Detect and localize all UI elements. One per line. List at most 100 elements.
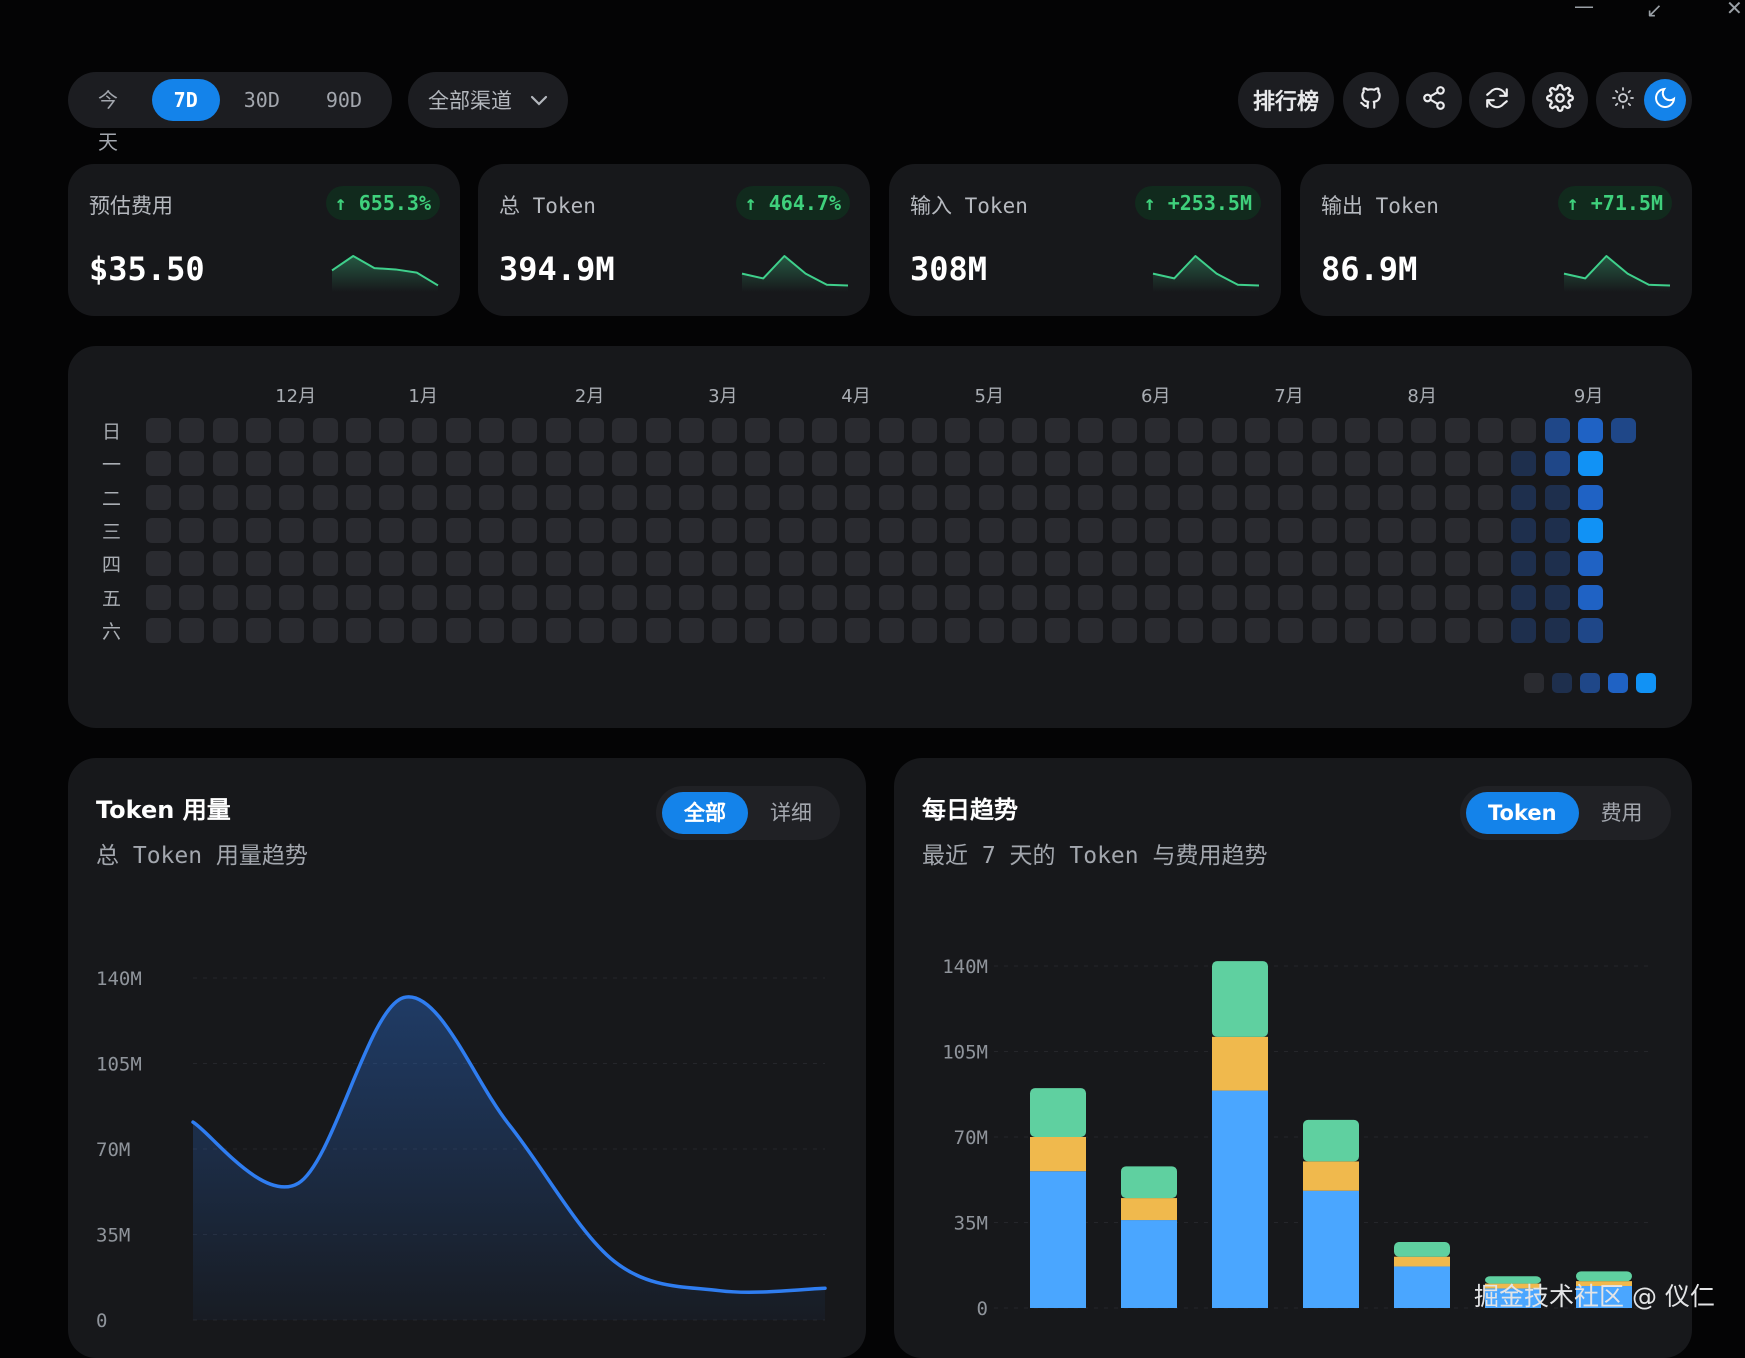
heatmap-cell[interactable] — [1178, 484, 1204, 510]
heatmap-cell[interactable] — [1311, 418, 1337, 443]
heatmap-cell[interactable] — [778, 484, 804, 510]
refresh-button[interactable] — [1469, 72, 1525, 128]
heatmap-cell[interactable] — [279, 451, 305, 477]
heatmap-cell[interactable] — [1378, 617, 1404, 643]
heatmap-cell[interactable] — [1078, 517, 1104, 543]
heatmap-cell[interactable] — [578, 551, 604, 577]
heatmap-cell[interactable] — [745, 617, 771, 643]
heatmap-cell[interactable] — [345, 418, 371, 443]
heatmap-cell[interactable] — [312, 517, 338, 543]
heatmap-cell[interactable] — [778, 551, 804, 577]
heatmap-cell[interactable] — [212, 584, 238, 610]
heatmap-cell[interactable] — [1145, 451, 1170, 477]
heatmap-cell[interactable] — [845, 484, 871, 510]
heatmap-cell[interactable] — [1577, 451, 1603, 477]
heatmap-cell[interactable] — [445, 418, 471, 443]
heatmap-cell[interactable] — [1278, 617, 1304, 643]
heatmap-cell[interactable] — [1278, 418, 1304, 443]
share-button[interactable] — [1406, 72, 1462, 128]
heatmap-cell[interactable] — [179, 551, 205, 577]
heatmap-cell[interactable] — [545, 584, 571, 610]
heatmap-cell[interactable] — [1078, 418, 1104, 443]
heatmap-cell[interactable] — [412, 418, 438, 443]
heatmap-cell[interactable] — [479, 484, 504, 510]
heatmap-cell[interactable] — [1111, 484, 1137, 510]
heatmap-cell[interactable] — [1344, 451, 1370, 477]
heatmap-cell[interactable] — [878, 418, 904, 443]
heatmap-cell[interactable] — [812, 584, 837, 610]
heatmap-cell[interactable] — [845, 451, 871, 477]
heatmap-cell[interactable] — [1577, 418, 1603, 443]
heatmap-cell[interactable] — [545, 617, 571, 643]
heatmap-cell[interactable] — [1577, 484, 1603, 510]
heatmap-cell[interactable] — [878, 484, 904, 510]
heatmap-cell[interactable] — [1011, 517, 1037, 543]
heatmap-cell[interactable] — [878, 617, 904, 643]
heatmap-cell[interactable] — [1378, 551, 1404, 577]
heatmap-cell[interactable] — [612, 484, 638, 510]
heatmap-cell[interactable] — [845, 517, 871, 543]
heatmap-cell[interactable] — [1511, 517, 1537, 543]
heatmap-cell[interactable] — [712, 617, 738, 643]
heatmap-cell[interactable] — [479, 517, 504, 543]
heatmap-cell[interactable] — [1444, 584, 1470, 610]
heatmap-cell[interactable] — [1511, 584, 1537, 610]
heatmap-cell[interactable] — [445, 551, 471, 577]
heatmap-cell[interactable] — [312, 617, 338, 643]
heatmap-cell[interactable] — [578, 418, 604, 443]
heatmap-cell[interactable] — [845, 584, 871, 610]
heatmap-cell[interactable] — [212, 517, 238, 543]
heatmap-cell[interactable] — [245, 484, 271, 510]
heatmap-cell[interactable] — [1378, 418, 1404, 443]
heatmap-cell[interactable] — [945, 584, 971, 610]
heatmap-cell[interactable] — [1378, 451, 1404, 477]
heatmap-cell[interactable] — [712, 551, 738, 577]
heatmap-cell[interactable] — [678, 551, 704, 577]
heatmap-cell[interactable] — [445, 617, 471, 643]
heatmap-cell[interactable] — [812, 551, 837, 577]
heatmap-cell[interactable] — [1478, 517, 1503, 543]
heatmap-cell[interactable] — [412, 584, 438, 610]
heatmap-cell[interactable] — [179, 451, 205, 477]
heatmap-cell[interactable] — [212, 451, 238, 477]
heatmap-cell[interactable] — [645, 617, 671, 643]
heatmap-cell[interactable] — [745, 584, 771, 610]
heatmap-cell[interactable] — [578, 584, 604, 610]
heatmap-cell[interactable] — [245, 451, 271, 477]
heatmap-cell[interactable] — [678, 617, 704, 643]
heatmap-cell[interactable] — [712, 451, 738, 477]
heatmap-cell[interactable] — [1145, 484, 1170, 510]
heatmap-cell[interactable] — [412, 617, 438, 643]
heatmap-cell[interactable] — [1111, 584, 1137, 610]
heatmap-cell[interactable] — [1111, 551, 1137, 577]
heatmap-cell[interactable] — [212, 551, 238, 577]
heatmap-cell[interactable] — [345, 617, 371, 643]
range-90d[interactable]: 90D — [304, 79, 384, 121]
heatmap-cell[interactable] — [1178, 517, 1204, 543]
heatmap-cell[interactable] — [1544, 451, 1570, 477]
heatmap-cell[interactable] — [845, 551, 871, 577]
heatmap-cell[interactable] — [179, 517, 205, 543]
heatmap-cell[interactable] — [146, 551, 171, 577]
heatmap-cell[interactable] — [1244, 617, 1270, 643]
heatmap-cell[interactable] — [1045, 517, 1071, 543]
heatmap-cell[interactable] — [146, 418, 171, 443]
restore-icon[interactable]: ↙ — [1646, 0, 1663, 22]
heatmap-cell[interactable] — [379, 551, 405, 577]
heatmap-cell[interactable] — [312, 584, 338, 610]
heatmap-cell[interactable] — [1511, 418, 1537, 443]
heatmap-cell[interactable] — [1244, 484, 1270, 510]
heatmap-cell[interactable] — [812, 484, 837, 510]
heatmap-cell[interactable] — [1145, 551, 1170, 577]
heatmap-cell[interactable] — [745, 517, 771, 543]
heatmap-cell[interactable] — [1444, 418, 1470, 443]
heatmap-cell[interactable] — [1411, 484, 1437, 510]
heatmap-cell[interactable] — [1111, 451, 1137, 477]
channel-select[interactable]: 全部渠道 — [408, 72, 568, 128]
heatmap-cell[interactable] — [678, 584, 704, 610]
heatmap-cell[interactable] — [245, 418, 271, 443]
heatmap-cell[interactable] — [545, 484, 571, 510]
heatmap-cell[interactable] — [1011, 584, 1037, 610]
heatmap-cell[interactable] — [1078, 484, 1104, 510]
heatmap-cell[interactable] — [1278, 451, 1304, 477]
